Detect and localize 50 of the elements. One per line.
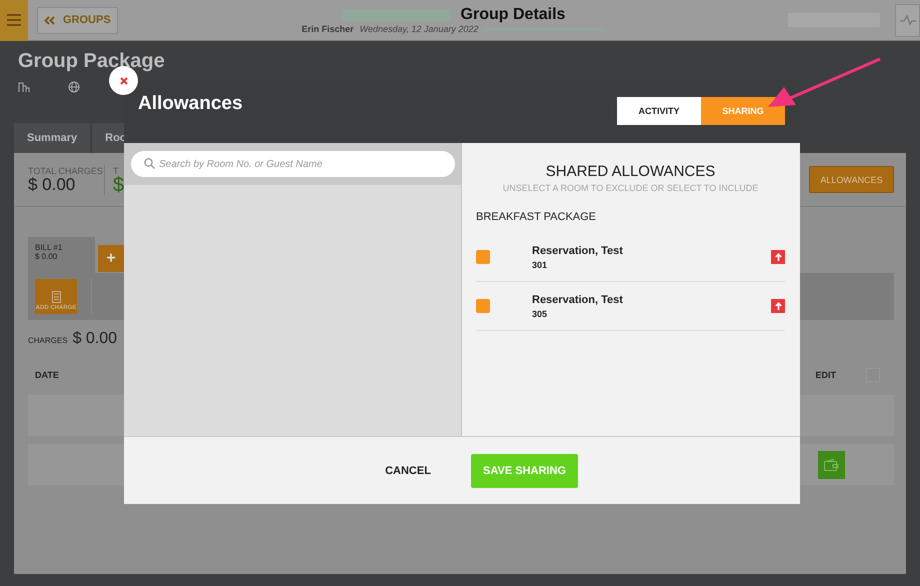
page-tab[interactable]: Summary [14, 123, 90, 153]
mode-toggle[interactable]: ACTIVITY [617, 96, 701, 124]
up-arrow-icon [774, 302, 782, 310]
room-checkbox[interactable] [476, 250, 490, 264]
calculator-icon [52, 291, 60, 303]
charges-label: CHARGES [28, 336, 68, 345]
add-bill-button[interactable]: + [98, 245, 124, 272]
search-field[interactable]: Search by Room No. or Guest Name [131, 151, 455, 177]
total-value: $ [113, 176, 126, 194]
current-date: Wednesday, 12 January 2022 [360, 24, 478, 34]
menu-icon [7, 14, 21, 26]
dialog-title: Allowances [138, 92, 243, 114]
room-checkbox[interactable] [476, 299, 490, 313]
up-arrow-icon [774, 253, 782, 261]
room-number: 301 [532, 260, 548, 270]
guest-name: Reservation, Test [532, 244, 624, 256]
column-header: EDIT [815, 370, 836, 380]
cancel-button[interactable]: CANCEL [371, 454, 445, 488]
pulse-icon [900, 15, 916, 25]
save-sharing-button[interactable]: SAVE SHARING [471, 454, 578, 488]
menu-button[interactable] [0, 0, 28, 40]
move-up-button[interactable] [771, 299, 785, 313]
section-hint: UNSELECT A ROOM TO EXCLUDE OR SELECT TO INCLUDE [502, 183, 760, 193]
charges-total: $ 0.00 [72, 330, 118, 348]
column-header: DATE [35, 370, 59, 380]
package-name: BREAKFAST PACKAGE [476, 211, 598, 223]
mode-toggle[interactable]: SHARING [701, 96, 785, 124]
total-label: T [113, 166, 120, 176]
bill-tab[interactable]: BILL #1 $ 0.00 [28, 237, 95, 273]
wallet-icon [824, 458, 839, 470]
allowances-button[interactable]: ALLOWANCES [809, 166, 894, 193]
move-up-button[interactable] [771, 250, 785, 264]
bill-label: BILL #1 [35, 243, 64, 252]
room-number: 305 [532, 308, 548, 318]
globe-icon [68, 81, 80, 93]
total-label: TOTAL CHARGES [28, 166, 104, 176]
building-icon [18, 81, 30, 93]
wallet-button[interactable] [818, 450, 845, 478]
group-title: Group Package [18, 50, 166, 73]
double-chevron-icon [44, 16, 55, 24]
search-icon [144, 158, 155, 169]
guest-name: Reservation, Test [532, 294, 624, 306]
activity-button[interactable] [895, 4, 920, 36]
total-value: $ 0.00 [28, 176, 76, 194]
close-icon [120, 76, 128, 84]
user-name: Erin Fischer [302, 24, 354, 34]
page-title: Group Details [460, 6, 566, 24]
groups-back-button[interactable]: GROUPS [37, 6, 118, 34]
section-heading: SHARED ALLOWANCES [544, 163, 716, 180]
bill-amount: $ 0.00 [35, 252, 58, 261]
